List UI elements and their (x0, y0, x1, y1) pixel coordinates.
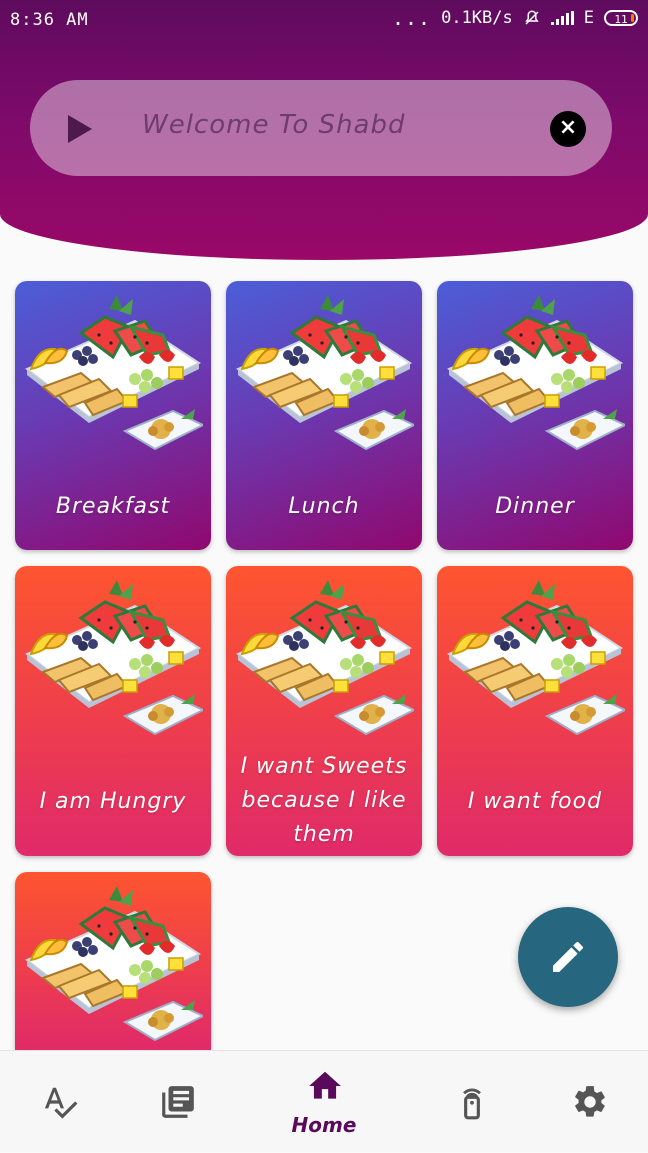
card-label: Breakfast (55, 494, 171, 519)
library-books-icon (162, 1086, 194, 1118)
close-icon[interactable]: × (550, 111, 586, 147)
card-breakfast[interactable]: Breakfast (15, 281, 211, 550)
play-icon[interactable] (68, 115, 92, 143)
food-plate-icon (236, 293, 414, 451)
food-plate-icon (236, 578, 414, 736)
edit-fab-button[interactable] (518, 907, 618, 1007)
food-plate-icon (25, 578, 203, 736)
card-lunch[interactable]: Lunch (226, 281, 422, 550)
card-i-want-food[interactable]: I want food (437, 566, 633, 856)
nav-item-spellcheck[interactable] (4, 1051, 114, 1153)
food-plate-icon (447, 293, 625, 451)
food-plate-icon (447, 578, 625, 736)
food-plate-icon (25, 884, 203, 1042)
card-label: I am Hungry (39, 789, 187, 814)
card-label: I want Sweets because I like them (240, 754, 408, 847)
card-label: Dinner (495, 494, 575, 519)
bell-off-icon (525, 10, 539, 25)
card-i-want-sweets[interactable]: I want Sweets because I like them (226, 566, 422, 856)
settings-icon (575, 1086, 605, 1117)
pencil-icon (553, 941, 583, 972)
more-notifications-icon: ... (391, 6, 432, 30)
spellcheck-icon (44, 1087, 78, 1119)
battery-icon: 11 (604, 10, 638, 26)
card-dinner[interactable]: Dinner (437, 281, 633, 550)
card-label: I want food (467, 789, 603, 814)
card-label: Lunch (288, 494, 360, 519)
status-icons: ... 0.1KB/s E 11 (392, 8, 638, 28)
card-partial[interactable] (15, 872, 211, 1050)
card-i-am-hungry[interactable]: I am Hungry (15, 566, 211, 856)
food-plate-icon (25, 293, 203, 451)
nav-item-remote[interactable] (416, 1051, 526, 1153)
welcome-text: Welcome To Shabd (142, 110, 406, 140)
nav-label-home: Home (291, 1113, 357, 1137)
home-icon (309, 1071, 341, 1099)
status-bar: 8:36 AM ... 0.1KB/s E 11 (0, 0, 648, 44)
signal-icon (550, 11, 574, 25)
welcome-bar[interactable]: Welcome To Shabd × (30, 80, 612, 176)
nav-item-settings[interactable] (534, 1051, 644, 1153)
nav-item-library[interactable] (122, 1051, 232, 1153)
network-speed: 0.1KB/s (441, 8, 513, 28)
bottom-nav: Home (0, 1050, 648, 1152)
battery-level: 11 (614, 13, 628, 26)
network-type: E (583, 8, 594, 28)
remote-icon (463, 1088, 481, 1120)
nav-item-home[interactable]: Home (269, 1051, 379, 1153)
status-time: 8:36 AM (10, 10, 89, 30)
